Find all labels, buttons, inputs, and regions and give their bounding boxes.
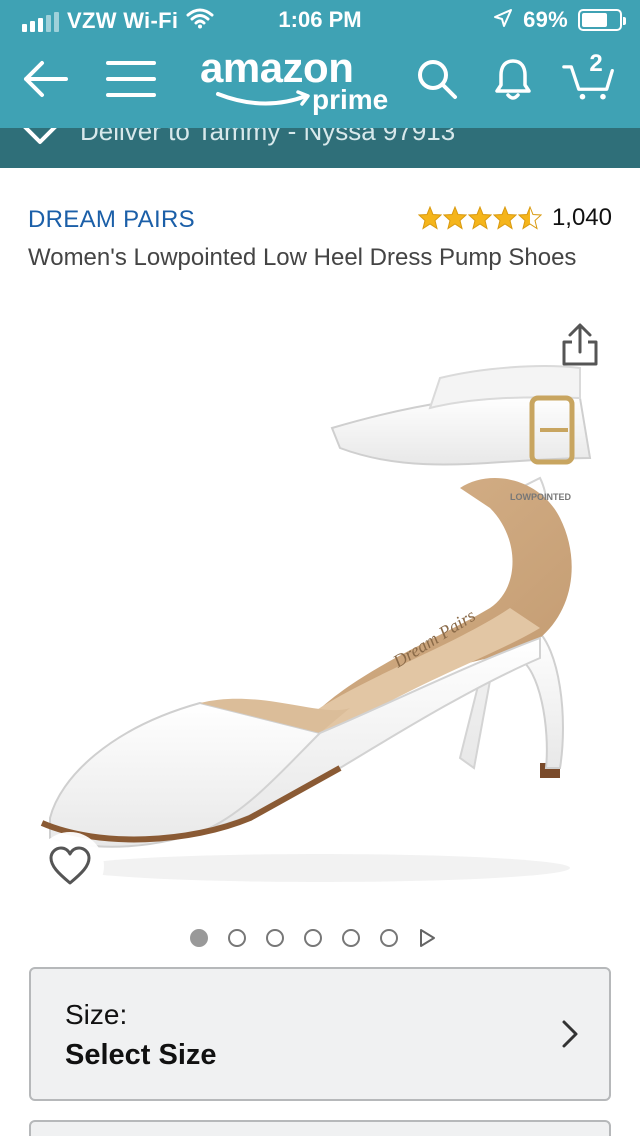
rating-summary[interactable]: 1,040 [417,204,612,232]
status-right: 69% [493,7,626,33]
star-icon [467,206,492,230]
product-image[interactable]: Dream Pairs LOWPOINTED [20,308,620,908]
menu-icon[interactable] [104,52,158,106]
battery-icon [578,9,626,31]
rating-stars [417,206,542,230]
pagination-dot[interactable] [190,929,208,947]
video-play-icon[interactable] [418,928,436,948]
next-option-box[interactable] [29,1120,611,1136]
bell-icon[interactable] [486,52,540,106]
pagination-dot[interactable] [266,929,284,947]
star-icon [492,206,517,230]
top-nav-bar: amazon prime 2 [0,40,640,128]
battery-percent: 69% [523,7,568,32]
amazon-prime-logo[interactable]: amazon prime [196,44,406,120]
pagination-dot[interactable] [342,929,360,947]
search-icon[interactable] [410,52,464,106]
location-arrow-icon [493,8,513,33]
image-pagination[interactable] [190,928,436,948]
share-icon[interactable] [560,322,600,373]
star-icon [417,206,442,230]
cart-count-badge: 2 [589,50,603,77]
cart-icon[interactable]: 2 [562,50,616,106]
location-pin-icon [22,128,58,155]
brand-link[interactable]: DREAM PAIRS [28,206,195,234]
status-bar: VZW Wi-Fi 1:06 PM 69% [0,0,640,40]
product-title: Women's Lowpointed Low Heel Dress Pump S… [28,244,577,271]
chevron-right-icon [561,1019,579,1054]
deliver-to-bar[interactable]: Deliver to Tammy - Nyssa 97913 [0,128,640,168]
pagination-dot[interactable] [380,929,398,947]
svg-text:LOWPOINTED: LOWPOINTED [510,492,571,502]
size-value: Select Size [65,1039,217,1071]
star-icon [442,206,467,230]
size-selector[interactable]: Size: Select Size [29,967,611,1101]
wishlist-heart-icon[interactable] [36,832,104,900]
logo-prime-text: prime [312,84,389,115]
deliver-to-text: Deliver to Tammy - Nyssa 97913 [80,128,456,146]
back-arrow-icon[interactable] [18,52,72,106]
size-label: Size: [65,999,128,1030]
pagination-dot[interactable] [228,929,246,947]
logo-smile-icon [216,90,310,106]
rating-count: 1,040 [551,204,612,231]
pagination-dot[interactable] [304,929,322,947]
star-icon [517,206,542,230]
